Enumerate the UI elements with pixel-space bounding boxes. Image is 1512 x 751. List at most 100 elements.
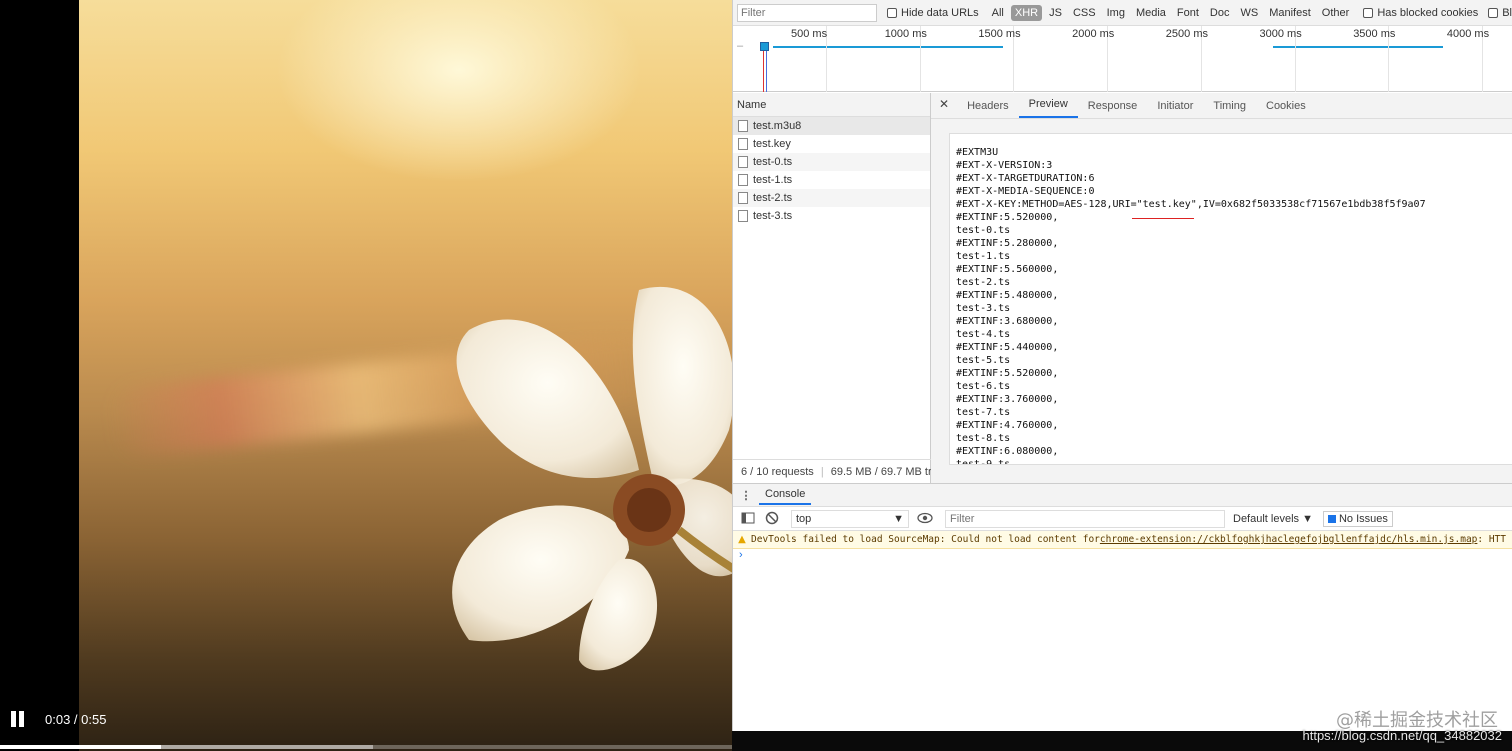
devtools-panel: Hide data URLs AllXHRJSCSSImgMediaFontDo…: [732, 0, 1512, 731]
context-select[interactable]: top ▼: [791, 509, 909, 528]
type-filter-manifest[interactable]: Manifest: [1265, 5, 1315, 21]
request-row[interactable]: test.m3u8: [733, 117, 930, 135]
drawer-tabbar: ⋮ Console: [733, 483, 1512, 507]
request-count: 6 / 10 requests: [741, 466, 814, 478]
video-time: 0:03 / 0:55: [45, 712, 107, 727]
file-icon: [738, 210, 748, 222]
timeline-selection-handle[interactable]: [760, 42, 769, 51]
type-filter-css[interactable]: CSS: [1069, 5, 1100, 21]
sidebar-toggle-icon[interactable]: [741, 511, 757, 527]
video-player[interactable]: 0:03 / 0:55: [0, 0, 732, 751]
console-toolbar: top ▼ Default levels ▼ No Issues: [733, 507, 1512, 531]
request-name: test.m3u8: [753, 120, 802, 132]
preview-line: test-6.ts: [956, 381, 1011, 392]
preview-line: test-5.ts: [956, 355, 1011, 366]
preview-content: #EXTM3U #EXT-X-VERSION:3 #EXT-X-TARGETDURA…: [949, 133, 1512, 465]
request-row[interactable]: test.key: [733, 135, 930, 153]
type-filter-other[interactable]: Other: [1318, 5, 1354, 21]
timeline-domcontent-marker: [766, 46, 767, 92]
network-filter-input[interactable]: [737, 3, 877, 22]
tab-preview[interactable]: Preview: [1018, 98, 1078, 118]
request-list: Name test.m3u8 test.key test-0.ts test-1.ts…: [733, 93, 931, 483]
clear-console-icon[interactable]: [765, 511, 781, 527]
network-timeline[interactable]: – 500 ms 1000 ms 1500 ms 2000 ms 2500 ms 3000…: [733, 26, 1512, 92]
request-row[interactable]: test-1.ts: [733, 171, 930, 189]
file-icon: [738, 120, 748, 132]
close-icon[interactable]: ✕: [931, 97, 957, 118]
cherry-blossom-image: [452, 286, 732, 671]
tab-timing[interactable]: Timing: [1203, 100, 1256, 118]
issues-label: No Issues: [1338, 512, 1388, 525]
warning-suffix: : HTT: [1477, 534, 1506, 545]
tab-response[interactable]: Response: [1078, 100, 1148, 118]
tab-cookies[interactable]: Cookies: [1256, 100, 1316, 118]
issues-button[interactable]: No Issues: [1322, 510, 1393, 527]
tab-headers[interactable]: Headers: [957, 100, 1019, 118]
preview-line: test-3.ts: [956, 303, 1011, 314]
timeline-tick-label: 4000 ms: [1446, 28, 1490, 40]
preview-line: test-8.ts: [956, 433, 1011, 444]
tab-console[interactable]: Console: [759, 485, 812, 505]
type-filter-all[interactable]: All: [988, 5, 1008, 21]
preview-line: #EXTINF:5.440000,: [956, 342, 1059, 353]
timeline-tick-label: 3500 ms: [1353, 28, 1396, 40]
preview-line: #EXTINF:3.760000,: [956, 394, 1059, 405]
console-filter-input[interactable]: [945, 509, 1225, 528]
preview-line: test-7.ts: [956, 407, 1011, 418]
preview-line: #EXTINF:4.760000,: [956, 420, 1059, 431]
timeline-request-bar: [773, 46, 1003, 48]
played-fill: [0, 745, 162, 749]
type-filter-doc[interactable]: Doc: [1206, 5, 1234, 21]
preview-line: test-1.ts: [956, 251, 1011, 262]
type-filter-group: All XHR JS CSS Img Media Font Doc WS Manifest Othe…: [985, 4, 1354, 21]
timeline-dash: –: [737, 40, 744, 52]
preview-line: test-4.ts: [956, 329, 1011, 340]
timeline-tick-label: 1000 ms: [884, 28, 927, 40]
more-tabs-icon[interactable]: ⋮: [733, 489, 759, 502]
warning-icon: ▲: [738, 534, 746, 545]
request-name: test-2.ts: [753, 192, 793, 204]
request-row[interactable]: test-3.ts: [733, 207, 930, 225]
type-filter-media[interactable]: Media: [1132, 5, 1170, 21]
log-levels-dropdown[interactable]: Default levels ▼: [1233, 513, 1313, 525]
video-controls: 0:03 / 0:55: [0, 691, 732, 751]
preview-line: test-0.ts: [956, 225, 1011, 236]
preview-line: #EXTINF:3.680000,: [956, 316, 1059, 327]
network-status-bar: 6 / 10 requests | 69.5 MB / 69.7 MB tra: [733, 459, 931, 483]
type-filter-img[interactable]: Img: [1103, 5, 1129, 21]
request-row[interactable]: test-2.ts: [733, 189, 930, 207]
preview-line: #EXT-X-MEDIA-SEQUENCE:0: [956, 186, 1095, 197]
request-row[interactable]: test-0.ts: [733, 153, 930, 171]
preview-line: #EXT-X-VERSION:3: [956, 160, 1053, 171]
timeline-tick-label: 500 ms: [791, 28, 828, 40]
name-column-header[interactable]: Name: [733, 93, 930, 117]
type-filter-js[interactable]: JS: [1045, 5, 1066, 21]
dropdown-arrow-icon: ▼: [893, 512, 904, 525]
preview-line: test-2.ts: [956, 277, 1011, 288]
type-filter-xhr[interactable]: XHR: [1010, 4, 1043, 21]
checkbox-icon: [1363, 7, 1374, 18]
preview-line: #EXTINF:5.480000,: [956, 290, 1059, 301]
sourcemap-link[interactable]: chrome-extension://ckblfoghkjhaclegefojb…: [1100, 534, 1478, 545]
m3u8-preview-text: #EXTM3U #EXT-X-VERSION:3 #EXT-X-TARGETDURA…: [950, 134, 1512, 464]
request-name: test-1.ts: [753, 174, 793, 186]
timeline-tick-label: 2500 ms: [1165, 28, 1208, 40]
video-progress-bar[interactable]: [0, 745, 732, 749]
has-blocked-cookies-checkbox[interactable]: Has blocked cookies: [1363, 7, 1478, 19]
warning-text: DevTools failed to load SourceMap: Could…: [751, 534, 1100, 545]
issues-icon: [1327, 514, 1336, 523]
type-filter-font[interactable]: Font: [1173, 5, 1203, 21]
preview-line: #EXTINF:5.520000,: [956, 212, 1059, 223]
blocked-requests-checkbox[interactable]: Blocked Reque: [1488, 7, 1512, 19]
hide-data-urls-checkbox[interactable]: Hide data URLs: [887, 7, 979, 19]
tab-initiator[interactable]: Initiator: [1147, 100, 1203, 118]
console-warning: ▲ DevTools failed to load SourceMap: Cou…: [733, 531, 1512, 549]
console-prompt[interactable]: ›: [739, 549, 743, 561]
key-uri-underline: [1132, 218, 1194, 219]
type-filter-ws[interactable]: WS: [1236, 5, 1262, 21]
preview-line: #EXTINF:6.080000,: [956, 446, 1059, 457]
request-rows: test.m3u8 test.key test-0.ts test-1.ts test-…: [733, 117, 930, 225]
timeline-tick-label: 1500 ms: [978, 28, 1021, 40]
eye-icon[interactable]: [917, 511, 933, 527]
pause-icon[interactable]: [10, 711, 26, 727]
